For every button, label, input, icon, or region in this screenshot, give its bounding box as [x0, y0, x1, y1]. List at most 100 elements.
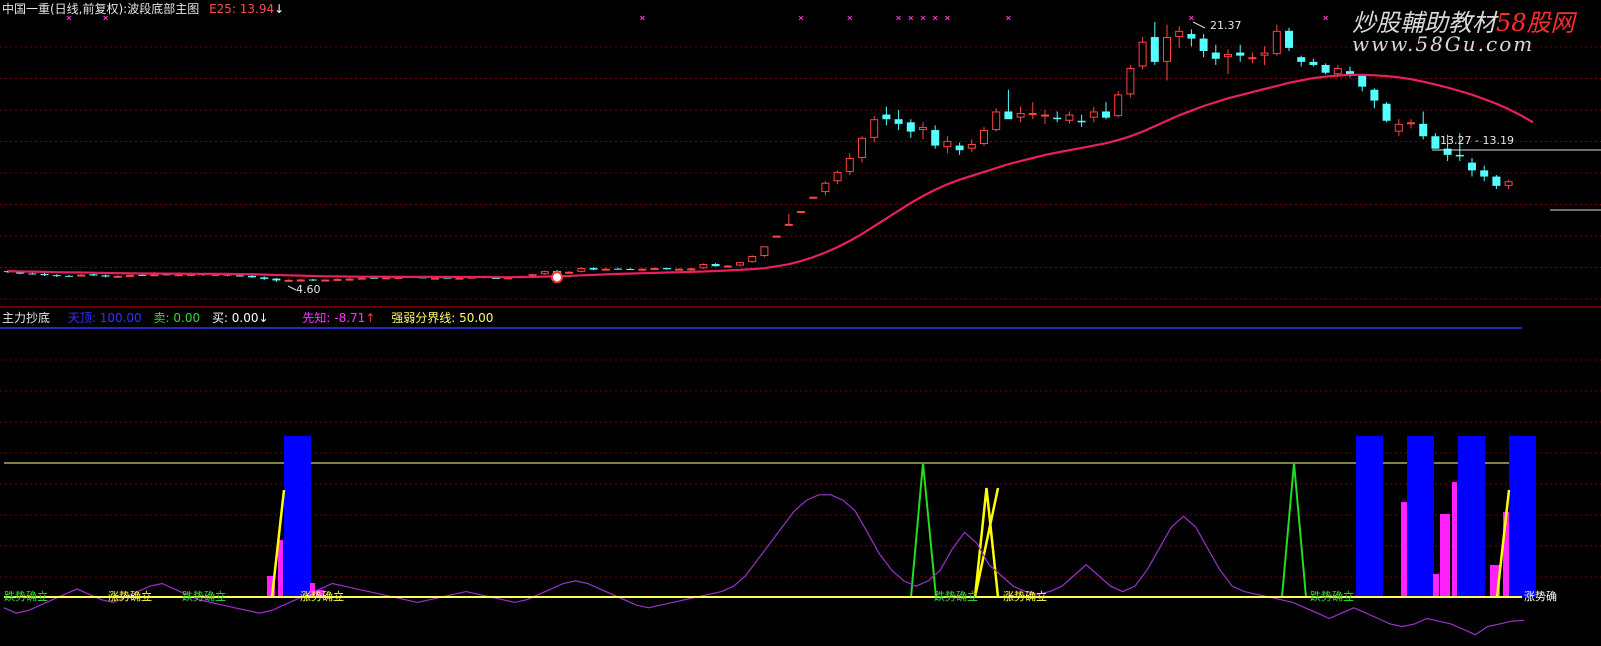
candle-body-up	[1260, 52, 1269, 56]
tianding-column	[284, 436, 311, 597]
candle-body-up	[1065, 114, 1074, 121]
candle-body-down	[1285, 30, 1293, 48]
candle-body-up	[748, 255, 757, 263]
candle-body-up	[1114, 94, 1123, 117]
candle-body-down	[89, 274, 98, 276]
candle-body-up	[1407, 122, 1415, 125]
candle-body-up	[821, 182, 830, 193]
candle-body-up	[1163, 37, 1171, 62]
candle-body-up	[113, 275, 122, 278]
candle-body-up	[321, 279, 330, 282]
top-x-marker-icon	[1323, 15, 1328, 21]
strength-bar	[1452, 482, 1457, 597]
candle-body-up	[675, 268, 683, 271]
ema-down-arrow-icon: ↓	[274, 2, 285, 16]
signal-label: 跌势确立	[1310, 590, 1354, 603]
candle-body-down	[955, 145, 964, 151]
candle-body-down	[662, 268, 671, 270]
top-x-marker-icon	[932, 15, 938, 21]
candle-body-up	[992, 111, 1001, 131]
candle-body-up	[797, 210, 805, 213]
top-x-marker-icon	[66, 15, 72, 21]
candle-body-down	[40, 273, 49, 276]
ema-line	[7, 73, 1534, 279]
indicator-name: 主力抄底	[2, 311, 51, 325]
candle-body-up	[638, 268, 647, 271]
candle-body-down	[1236, 52, 1245, 56]
strength-bar	[1433, 574, 1439, 597]
main-pane-header: 中国一重(日线,前复权):波段底部主图 E25: 13.94↓	[2, 2, 284, 16]
candle-body-up	[919, 126, 927, 131]
candle-body-down	[272, 278, 281, 281]
candle-body-down	[894, 119, 903, 124]
buy-signal-circle-icon	[551, 271, 563, 284]
candle-body-down	[906, 122, 915, 132]
candle-body-down	[248, 275, 256, 278]
candle-body-up	[1028, 113, 1037, 116]
xianzhi-line	[3, 494, 1525, 636]
low-price-label: 4.60	[296, 283, 321, 296]
candle-body-up	[382, 277, 391, 280]
candle-body-up	[699, 264, 708, 269]
candle-body-up	[1248, 57, 1257, 60]
candle-body-down	[1150, 37, 1159, 62]
strength-bar	[1401, 502, 1407, 597]
candle-body-down	[1211, 52, 1220, 59]
candle-body-up	[77, 274, 86, 277]
candle-body-down	[309, 279, 317, 281]
candle-body-up	[333, 278, 342, 281]
candle-body-up	[528, 274, 537, 277]
candle-body-up	[1041, 114, 1049, 117]
candle-body-up	[772, 235, 781, 238]
signal-label: 涨势确立	[300, 590, 344, 603]
candle-body-down	[1309, 61, 1318, 65]
xianzhi-up-arrow-icon: ↑	[365, 311, 376, 325]
tianding-value: 天顶: 100.00	[67, 311, 142, 325]
kline-chart-window[interactable]: 中国一重(日线,前复权):波段底部主图 E25: 13.94↓ 炒股輔助教材58…	[0, 0, 1601, 646]
top-x-marker-icon	[103, 15, 108, 21]
candle-body-up	[357, 277, 366, 280]
candle-body-up	[760, 246, 769, 256]
candle-body-down	[1004, 111, 1013, 120]
strength-bar	[278, 540, 283, 597]
candle-body-up	[345, 278, 354, 281]
top-x-marker-icon	[1189, 15, 1194, 21]
top-x-marker-icon	[908, 15, 914, 21]
candle-body-down	[1297, 57, 1306, 62]
signal-label: 涨势确立	[108, 590, 152, 603]
ema-value-label: E25: 13.94	[209, 2, 275, 16]
candle-body-down	[52, 275, 61, 277]
candle-body-up	[455, 277, 464, 280]
candle-body-down	[1199, 38, 1208, 51]
boundary-value: 强弱分界线: 50.00	[391, 311, 494, 325]
candle-body-down	[101, 275, 110, 277]
candle-body-down	[589, 268, 598, 270]
xianzhi-value: 先知: -8.71	[302, 311, 366, 325]
candle-body-down	[614, 268, 622, 270]
strength-bar	[1440, 514, 1450, 597]
candle-body-up	[1126, 68, 1135, 95]
candle-body-down	[626, 268, 635, 270]
candle-body-down	[235, 275, 244, 277]
candle-body-up	[723, 265, 732, 268]
candle-body-up	[687, 268, 696, 271]
candle-body-up	[809, 196, 818, 199]
candle-body-up	[577, 268, 586, 272]
top-x-marker-icon	[847, 15, 853, 21]
candle-body-down	[1053, 117, 1062, 120]
candle-body-up	[565, 271, 574, 274]
tianding-column	[1407, 436, 1434, 597]
candle-body-down	[1187, 33, 1196, 39]
candle-body-down	[931, 130, 940, 146]
top-x-marker-icon	[640, 15, 645, 21]
candle-body-up	[1016, 113, 1025, 118]
candle-body-down	[1077, 120, 1086, 123]
range-label: 13.27 - 13.19	[1440, 134, 1514, 147]
signal-label: 跌势确立	[4, 590, 48, 603]
candle-body-down	[1480, 170, 1489, 177]
tianding-column	[1356, 436, 1383, 597]
candle-body-up	[1272, 30, 1281, 55]
chart-title: 中国一重(日线,前复权):波段底部主图	[2, 2, 200, 16]
candle-body-up	[1138, 41, 1147, 67]
candle-body-up	[1333, 68, 1342, 75]
